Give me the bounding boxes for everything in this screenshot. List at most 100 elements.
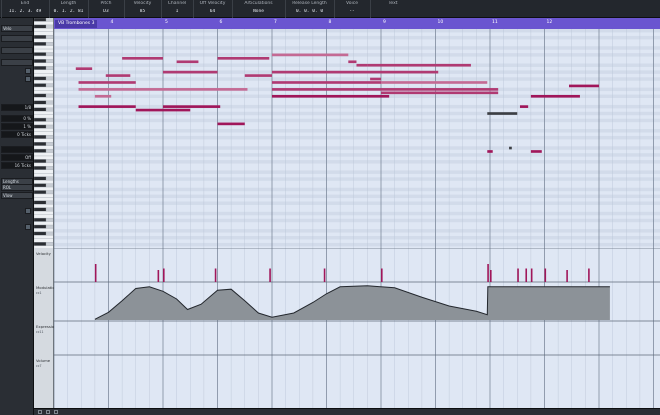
piano-keyboard[interactable] [34,18,54,248]
black-key[interactable] [34,148,47,153]
white-key[interactable] [34,221,54,226]
midi-note[interactable] [487,150,493,153]
lane-name[interactable]: Velocity [36,251,51,256]
white-key[interactable] [34,131,54,136]
midi-note[interactable] [370,77,381,81]
white-key[interactable] [34,62,54,67]
midi-note[interactable] [122,57,163,60]
velocity-stalk[interactable] [490,270,492,282]
black-key[interactable] [34,190,47,195]
velocity-stalk[interactable] [525,268,528,283]
black-key[interactable] [34,183,47,188]
inspector-row-7[interactable]: 0 Ticks [1,131,33,138]
white-key[interactable] [34,211,54,215]
black-key[interactable] [34,117,47,122]
ruler[interactable] [54,18,660,29]
white-key[interactable] [34,145,54,150]
inspector-tool-button-2[interactable] [25,208,31,214]
info-field-0[interactable]: End 11. 2. 3. 49 [1,0,48,18]
midi-note[interactable] [272,53,349,57]
zoom-button[interactable] [38,410,42,414]
black-key[interactable] [34,200,47,205]
info-field-value[interactable]: None [233,9,284,14]
velocity-stalk[interactable] [487,264,489,282]
midi-note[interactable] [105,74,131,77]
white-key[interactable] [34,197,54,201]
inspector-row-3[interactable] [1,59,33,66]
white-key[interactable] [34,55,54,60]
velocity-stalk[interactable] [544,268,547,283]
black-key[interactable] [34,76,47,81]
midi-note[interactable] [163,70,218,74]
velocity-stalk[interactable] [323,268,326,283]
velocity-stalk[interactable] [157,270,160,282]
midi-note[interactable] [519,105,529,108]
note-grid[interactable] [54,29,660,248]
velocity-stalk[interactable] [269,268,271,283]
info-field-value[interactable]: -- [335,9,369,14]
black-key[interactable] [34,24,47,29]
controller-lanes[interactable] [54,248,660,408]
info-field-value[interactable]: 85 [125,9,160,14]
info-field-1[interactable]: Length 0. 1. 2. 81 [49,0,87,18]
velocity-stalk[interactable] [566,270,568,282]
midi-note[interactable] [381,91,499,95]
midi-note[interactable] [78,81,136,84]
inspector-row-8[interactable] [1,146,33,153]
velocity-stalk[interactable] [163,268,165,283]
velocity-stalk[interactable] [530,268,533,283]
info-field-4[interactable]: Channel 1 [161,0,192,18]
info-field-5[interactable]: Off Velocity 64 [193,0,231,18]
black-key[interactable] [34,59,47,64]
white-key[interactable] [34,111,54,115]
black-key[interactable] [34,93,47,98]
midi-note[interactable] [272,94,390,98]
black-key[interactable] [34,35,47,39]
white-key[interactable] [34,86,54,91]
white-key[interactable] [34,214,54,219]
midi-note[interactable] [356,63,368,67]
add-lane-button[interactable] [46,410,50,414]
midi-note[interactable] [244,74,272,77]
black-key[interactable] [34,217,47,222]
midi-note[interactable] [367,63,471,67]
velocity-stalk[interactable] [214,268,217,283]
black-key[interactable] [34,224,47,229]
inspector-row-5[interactable]: 0 % [1,115,33,122]
white-key[interactable] [34,21,54,26]
white-key[interactable] [34,155,54,160]
midi-note[interactable] [509,146,512,150]
inspector-row-6[interactable]: 1 % [1,123,33,130]
info-field-9[interactable]: Text [370,0,415,18]
white-key[interactable] [34,238,54,243]
white-key[interactable] [34,228,54,233]
white-key[interactable] [34,28,54,32]
midi-note[interactable] [94,94,112,98]
midi-note[interactable] [217,57,270,60]
white-key[interactable] [34,179,54,184]
inspector-row-10[interactable]: 16 Ticks [1,162,33,169]
white-key[interactable] [34,152,54,157]
white-key[interactable] [34,114,54,119]
inspector-row-0[interactable]: Velo [1,25,33,32]
piano-keys-graphic[interactable] [34,18,54,248]
white-key[interactable] [34,90,54,95]
velocity-stalk[interactable] [588,268,590,283]
white-key[interactable] [34,204,54,208]
black-key[interactable] [34,166,47,170]
black-key[interactable] [34,231,47,236]
black-key[interactable] [34,18,47,22]
inspector-row-12[interactable]: ROL [1,184,33,191]
velocity-stalk[interactable] [517,268,519,283]
midi-note[interactable] [381,81,488,84]
white-key[interactable] [34,128,54,133]
black-key[interactable] [34,159,47,164]
black-key[interactable] [34,83,47,88]
midi-note[interactable] [135,108,191,112]
info-field-value[interactable]: 1 [162,9,192,14]
white-key[interactable] [34,193,54,198]
info-field-3[interactable]: Velocity 85 [124,0,160,18]
white-key[interactable] [34,31,54,36]
white-key[interactable] [34,45,54,50]
info-field-6[interactable]: Articulations None [232,0,284,18]
